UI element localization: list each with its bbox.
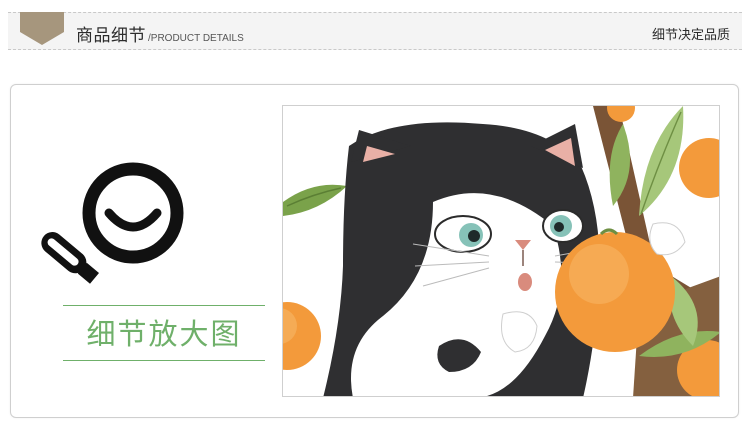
- section-title: 商品细节 /PRODUCT DETAILS: [76, 21, 244, 46]
- section-title-cn: 商品细节: [76, 26, 146, 46]
- section-title-en: /PRODUCT DETAILS: [148, 33, 244, 44]
- section-header: 商品细节 /PRODUCT DETAILS 细节决定品质: [8, 12, 742, 50]
- header-tab-marker: [20, 12, 64, 46]
- label-rule-bottom: [63, 360, 265, 361]
- magnifier-icon: [25, 153, 197, 293]
- cat-with-oranges-illustration: [282, 105, 720, 397]
- zoom-label: 细节放大图: [86, 317, 242, 351]
- label-rule-top: [63, 305, 265, 306]
- header-slogan: 细节决定品质: [651, 28, 730, 43]
- detail-panel: 细节放大图: [10, 84, 739, 418]
